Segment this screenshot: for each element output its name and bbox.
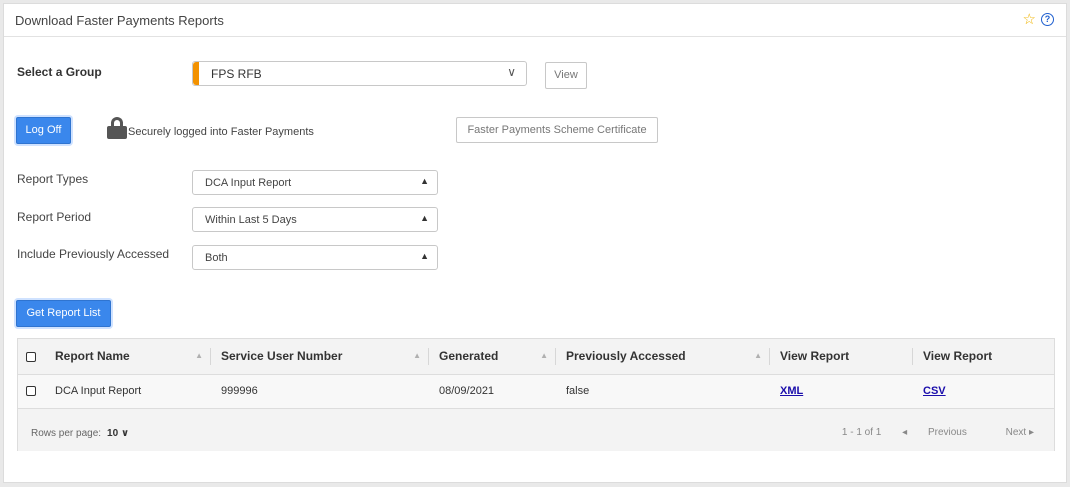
rows-per-page: Rows per page: 10 ∨ xyxy=(31,428,129,439)
csv-link[interactable]: CSV xyxy=(923,385,946,397)
cell-report-name: DCA Input Report xyxy=(45,374,211,409)
column-service-user-number[interactable]: Service User Number ▲ xyxy=(211,339,429,375)
report-period-value: Within Last 5 Days xyxy=(205,214,297,226)
chevron-down-icon: ∨ xyxy=(507,65,516,79)
panel-header: Download Faster Payments Reports ☆ ? xyxy=(4,4,1066,37)
help-icon[interactable]: ? xyxy=(1041,13,1054,26)
favorite-star-icon[interactable]: ☆ xyxy=(1023,12,1036,27)
report-types-value: DCA Input Report xyxy=(205,177,292,189)
table-footer: Rows per page: 10 ∨ 1 - 1 of 1 ◂ Previous… xyxy=(18,409,1054,451)
previously-accessed-value: Both xyxy=(205,252,228,264)
group-selected-value: FPS RFB xyxy=(211,67,262,81)
lock-icon xyxy=(107,117,127,139)
report-period-select[interactable]: Within Last 5 Days ▲ xyxy=(192,207,438,232)
table-row: DCA Input Report 999996 08/09/2021 false… xyxy=(18,374,1054,409)
cell-previously-accessed: false xyxy=(556,374,770,409)
certificate-button[interactable]: Faster Payments Scheme Certificate xyxy=(456,117,658,143)
column-generated[interactable]: Generated ▲ xyxy=(429,339,556,375)
reports-table: Report Name ▲ Service User Number ▲ Genera… xyxy=(17,338,1055,451)
row-checkbox[interactable] xyxy=(26,386,36,397)
previously-accessed-select[interactable]: Both ▲ xyxy=(192,245,438,270)
next-page-button[interactable]: Next ▸ xyxy=(988,427,1034,438)
sort-icon: ▲ xyxy=(540,351,548,360)
cell-generated: 08/09/2021 xyxy=(429,374,556,409)
column-view-report-xml: View Report xyxy=(770,339,913,375)
report-types-label: Report Types xyxy=(17,172,89,186)
page-range: 1 - 1 of 1 xyxy=(841,427,882,438)
pagination: 1 - 1 of 1 ◂ Previous Next ▸ xyxy=(824,427,1034,438)
login-status-text: Securely logged into Faster Payments xyxy=(128,126,314,138)
cell-service-user-number: 999996 xyxy=(211,374,429,409)
row-select-cell[interactable] xyxy=(18,374,45,409)
previous-page-button[interactable]: ◂ Previous xyxy=(902,427,967,438)
column-previously-accessed[interactable]: Previously Accessed ▲ xyxy=(556,339,770,375)
rows-per-page-label: Rows per page: xyxy=(31,428,102,439)
rows-per-page-select[interactable]: 10 ∨ xyxy=(107,428,129,439)
cell-csv: CSV xyxy=(913,374,1054,409)
view-button[interactable]: View xyxy=(545,62,587,89)
table-header-row: Report Name ▲ Service User Number ▲ Genera… xyxy=(18,339,1054,375)
get-report-list-button[interactable]: Get Report List xyxy=(16,300,111,327)
report-types-select[interactable]: DCA Input Report ▲ xyxy=(192,170,438,195)
cell-xml: XML xyxy=(770,374,913,409)
group-label: Select a Group xyxy=(17,65,102,79)
sort-icon: ▲ xyxy=(754,351,762,360)
column-view-report-csv: View Report xyxy=(913,339,1054,375)
select-arrows-icon: ▲ xyxy=(420,176,429,186)
reports-panel: Download Faster Payments Reports ☆ ? Sel… xyxy=(3,3,1067,483)
page-title: Download Faster Payments Reports xyxy=(15,13,224,28)
select-arrows-icon: ▲ xyxy=(420,213,429,223)
previously-accessed-label: Include Previously Accessed xyxy=(17,247,170,261)
report-period-label: Report Period xyxy=(17,210,92,224)
group-select[interactable]: FPS RFB ∨ xyxy=(192,61,527,86)
sort-icon: ▲ xyxy=(413,351,421,360)
group-accent-bar xyxy=(193,62,199,85)
select-arrows-icon: ▲ xyxy=(420,251,429,261)
sort-icon: ▲ xyxy=(195,351,203,360)
log-off-button[interactable]: Log Off xyxy=(16,117,71,144)
select-all-checkbox[interactable] xyxy=(26,352,36,363)
column-report-name[interactable]: Report Name ▲ xyxy=(45,339,211,375)
xml-link[interactable]: XML xyxy=(780,385,803,397)
select-all-cell[interactable] xyxy=(18,339,45,375)
